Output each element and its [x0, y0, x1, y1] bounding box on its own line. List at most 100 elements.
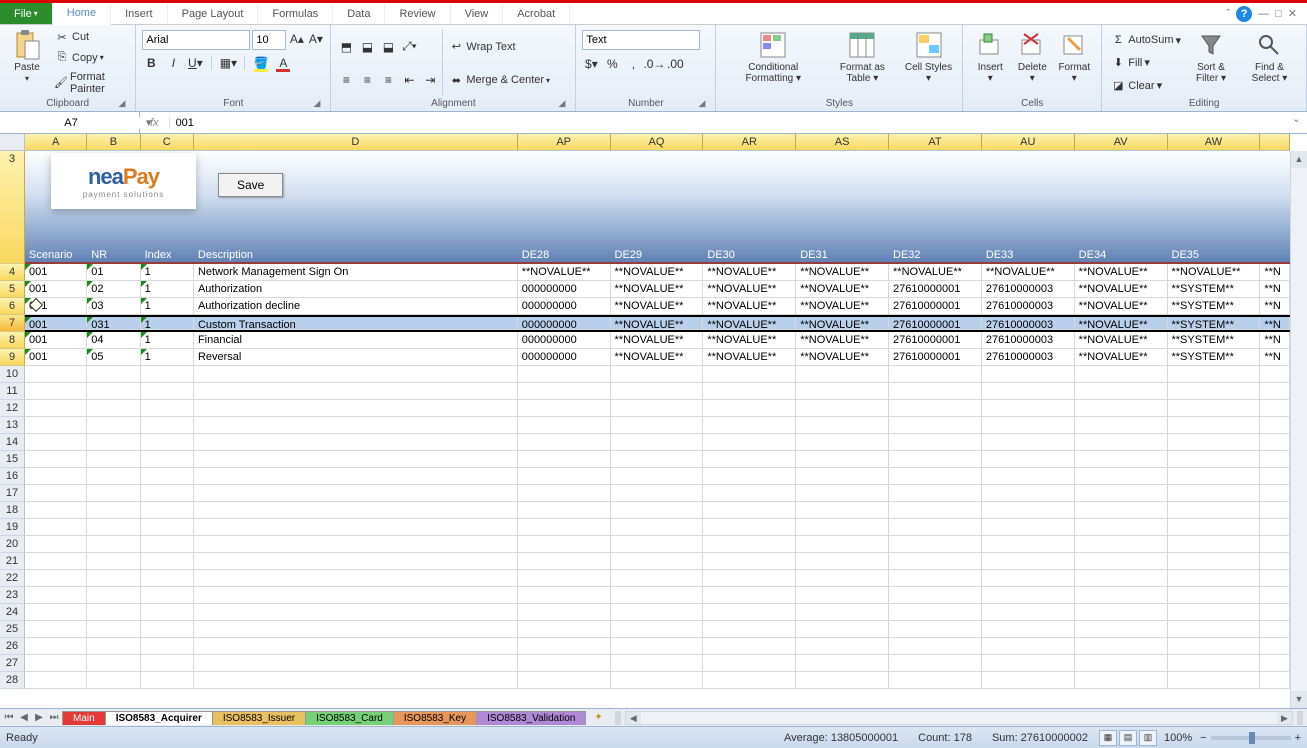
cell[interactable]: [1075, 672, 1168, 689]
cell[interactable]: [703, 451, 796, 468]
cell[interactable]: [889, 672, 982, 689]
insert-cells-button[interactable]: Insert▾: [969, 27, 1011, 97]
tab-nav-next-icon[interactable]: ▶: [32, 712, 46, 723]
cell[interactable]: [982, 672, 1075, 689]
view-normal-icon[interactable]: ▦: [1099, 730, 1117, 746]
cell[interactable]: [518, 502, 611, 519]
cell[interactable]: [25, 383, 87, 400]
cell[interactable]: **NOVALUE**: [1075, 332, 1168, 349]
zoom-level[interactable]: 100%: [1164, 732, 1192, 744]
cell[interactable]: Reversal: [194, 349, 518, 366]
col-header-AV[interactable]: AV: [1075, 134, 1168, 150]
cell[interactable]: [796, 621, 889, 638]
cell[interactable]: [141, 672, 194, 689]
cell[interactable]: [1075, 383, 1168, 400]
fill-color-button[interactable]: 🪣: [252, 54, 270, 72]
cell[interactable]: [889, 468, 982, 485]
increase-font-icon[interactable]: A▴: [288, 30, 305, 48]
zoom-in-icon[interactable]: +: [1295, 732, 1301, 744]
wrap-text-button[interactable]: ↩Wrap Text: [446, 38, 552, 56]
sheet-tab-key[interactable]: ISO8583_Key: [393, 711, 477, 725]
cell[interactable]: [87, 621, 140, 638]
cell[interactable]: [611, 468, 704, 485]
cell[interactable]: [141, 366, 194, 383]
cell[interactable]: **NOVALUE**: [703, 264, 796, 281]
row-header-17[interactable]: 17: [0, 485, 25, 502]
cell[interactable]: **NOVALUE**: [796, 264, 889, 281]
cell[interactable]: **NOVALUE**: [1075, 317, 1168, 330]
cell[interactable]: [25, 434, 87, 451]
cell[interactable]: **NOVALUE**: [703, 317, 796, 330]
col-header-AR[interactable]: AR: [703, 134, 796, 150]
row-header-13[interactable]: 13: [0, 417, 25, 434]
cell[interactable]: [703, 434, 796, 451]
cell[interactable]: [194, 553, 518, 570]
help-icon[interactable]: ?: [1236, 6, 1252, 22]
field-header-NR[interactable]: NR: [87, 247, 140, 264]
cell[interactable]: [1168, 383, 1261, 400]
cell[interactable]: [889, 638, 982, 655]
tab-review[interactable]: Review: [385, 3, 450, 24]
row-header-11[interactable]: 11: [0, 383, 25, 400]
cell[interactable]: [796, 502, 889, 519]
cell[interactable]: Financial: [194, 332, 518, 349]
cell[interactable]: [982, 417, 1075, 434]
cell[interactable]: 001: [25, 317, 87, 330]
cell[interactable]: [982, 502, 1075, 519]
cell[interactable]: [611, 383, 704, 400]
cell[interactable]: [194, 621, 518, 638]
cell[interactable]: [518, 655, 611, 672]
cell[interactable]: [703, 621, 796, 638]
align-right-icon[interactable]: ≡: [379, 71, 397, 89]
cell[interactable]: [141, 519, 194, 536]
cell[interactable]: [1075, 366, 1168, 383]
cell[interactable]: [518, 570, 611, 587]
tab-home[interactable]: Home: [53, 3, 111, 25]
cell[interactable]: 1: [141, 332, 194, 349]
cell[interactable]: [611, 621, 704, 638]
cell[interactable]: [703, 536, 796, 553]
cell[interactable]: **NOVALUE**: [703, 332, 796, 349]
cell[interactable]: [982, 366, 1075, 383]
col-header-AS[interactable]: AS: [796, 134, 889, 150]
cell[interactable]: [518, 383, 611, 400]
row-header-19[interactable]: 19: [0, 519, 25, 536]
cell[interactable]: [611, 519, 704, 536]
row-header-27[interactable]: 27: [0, 655, 25, 672]
cell[interactable]: **NOVALUE**: [703, 298, 796, 315]
cell[interactable]: [796, 434, 889, 451]
cell[interactable]: [141, 604, 194, 621]
cell[interactable]: **NOVALUE**: [611, 332, 704, 349]
table-row[interactable]: 001021Authorization000000000**NOVALUE***…: [25, 281, 1290, 298]
indent-dec-icon[interactable]: ⇤: [400, 71, 418, 89]
cell[interactable]: **SYSTEM**: [1168, 332, 1261, 349]
cell[interactable]: [889, 587, 982, 604]
cell[interactable]: [889, 485, 982, 502]
cell[interactable]: 27610000001: [889, 349, 982, 366]
cell[interactable]: [1260, 417, 1290, 434]
scroll-up-icon[interactable]: ▲: [1291, 151, 1307, 168]
cell[interactable]: [1168, 485, 1261, 502]
cell[interactable]: **NOVALUE**: [1075, 298, 1168, 315]
cell[interactable]: 27610000003: [982, 317, 1075, 330]
cell[interactable]: [518, 621, 611, 638]
cell[interactable]: [889, 655, 982, 672]
underline-button[interactable]: U▾: [186, 54, 204, 72]
align-top-icon[interactable]: ⬒: [337, 38, 355, 56]
cell[interactable]: [611, 434, 704, 451]
cell[interactable]: [87, 536, 140, 553]
cell[interactable]: [796, 672, 889, 689]
cell[interactable]: [1075, 417, 1168, 434]
row-header-12[interactable]: 12: [0, 400, 25, 417]
cell[interactable]: [1075, 502, 1168, 519]
cell-styles-button[interactable]: Cell Styles ▾: [901, 27, 957, 97]
cell[interactable]: [87, 400, 140, 417]
row-header-25[interactable]: 25: [0, 621, 25, 638]
cell[interactable]: [889, 400, 982, 417]
tab-nav-prev-icon[interactable]: ◀: [17, 712, 31, 723]
cell[interactable]: **NOVALUE**: [611, 349, 704, 366]
new-sheet-icon[interactable]: ✦: [586, 712, 610, 723]
cell[interactable]: [1075, 519, 1168, 536]
cell[interactable]: [87, 417, 140, 434]
cell[interactable]: [194, 570, 518, 587]
